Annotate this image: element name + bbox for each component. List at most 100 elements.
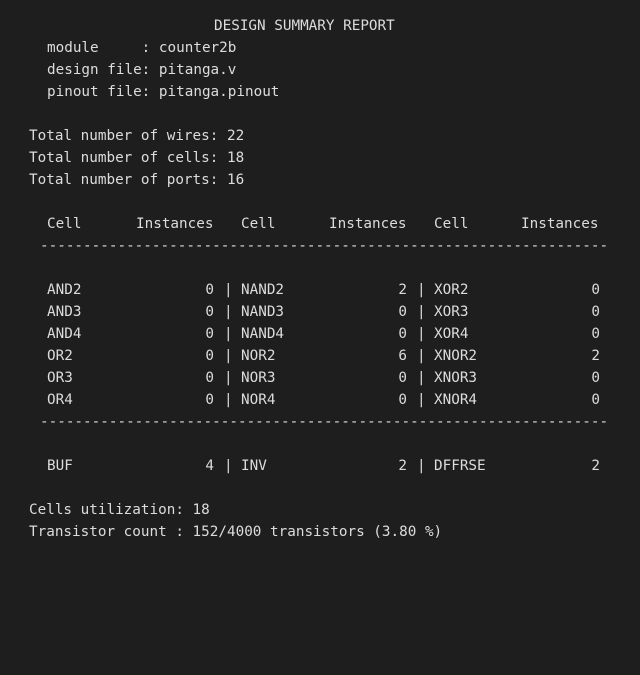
ports-line: Total number of ports: 16: [0, 169, 640, 191]
wires-label: Total number of wires:: [29, 128, 227, 144]
column-separator: |: [417, 392, 426, 408]
cell-name: AND3: [47, 304, 82, 320]
report-title-line: DESIGN SUMMARY REPORT: [0, 15, 640, 37]
design-file-label: design file:: [47, 62, 159, 78]
cell-name: NAND3: [241, 304, 285, 320]
table-row: AND2 0 | NAND2 2 | XOR2 0: [0, 279, 640, 301]
wires-line: Total number of wires: 22: [0, 125, 640, 147]
cell-instances: 0: [591, 392, 600, 408]
cell-instances: 0: [591, 304, 600, 320]
cell-instances: 0: [591, 370, 600, 386]
cell-name: XNOR3: [434, 370, 478, 386]
ports-value: 16: [226, 172, 245, 188]
wires-value: 22: [226, 128, 245, 144]
column-separator: |: [417, 304, 426, 320]
cell-instances: 6: [398, 348, 407, 364]
cell-instances: 0: [398, 326, 407, 342]
cell-name: XOR3: [434, 304, 469, 320]
cell-instances: 0: [205, 392, 214, 408]
cell-name: OR2: [47, 348, 73, 364]
transistor-line: Transistor count : 152/4000 transistors …: [0, 521, 640, 543]
ports-label: Total number of ports:: [29, 172, 227, 188]
cell-name: XOR4: [434, 326, 469, 342]
cell-instances: 0: [205, 348, 214, 364]
cell-name: NOR3: [241, 370, 276, 386]
pinout-file-label: pinout file:: [47, 84, 159, 100]
divider-dashes: ----------------------------------------…: [40, 414, 610, 430]
cell-instances: 0: [398, 392, 407, 408]
header-cell-2: Cell: [241, 216, 276, 232]
cells-value: 18: [226, 150, 245, 166]
cell-name: XOR2: [434, 282, 469, 298]
cell-name: OR3: [47, 370, 73, 386]
cells-label: Total number of cells:: [29, 150, 227, 166]
divider-dashes: ----------------------------------------…: [40, 238, 610, 254]
cell-name: OR4: [47, 392, 73, 408]
header-cell-1: Cell: [47, 216, 82, 232]
module-label: module :: [47, 40, 159, 56]
cell-instances: 0: [205, 370, 214, 386]
cell-name: XNOR4: [434, 392, 478, 408]
column-separator: |: [417, 282, 426, 298]
cell-instances: 0: [591, 326, 600, 342]
design-file-line: design file: pitanga.v: [0, 59, 640, 81]
pinout-file-value: pitanga.pinout: [158, 84, 280, 100]
cell-instances: 0: [205, 326, 214, 342]
header-instances-2: Instances: [329, 216, 407, 232]
cell-instances: 2: [591, 458, 600, 474]
cell-instances: 2: [398, 458, 407, 474]
table-row: OR3 0 | NOR3 0 | XNOR3 0: [0, 367, 640, 389]
cell-instances: 2: [398, 282, 407, 298]
cell-instances: 0: [205, 304, 214, 320]
header-instances-1: Instances: [136, 216, 214, 232]
column-separator: |: [417, 458, 426, 474]
report-title: DESIGN SUMMARY REPORT: [214, 18, 395, 34]
table-row: OR4 0 | NOR4 0 | XNOR4 0: [0, 389, 640, 411]
cell-name: BUF: [47, 458, 73, 474]
cell-instances: 0: [398, 304, 407, 320]
cell-name: DFFRSE: [434, 458, 486, 474]
table-row: OR2 0 | NOR2 6 | XNOR2 2: [0, 345, 640, 367]
table-row: AND3 0 | NAND3 0 | XOR3 0: [0, 301, 640, 323]
table-row: AND4 0 | NAND4 0 | XOR4 0: [0, 323, 640, 345]
header-instances-3: Instances: [521, 216, 599, 232]
column-separator: |: [224, 370, 233, 386]
utilization-value: 18: [192, 502, 210, 518]
cell-instances: 2: [591, 348, 600, 364]
cell-instances: 0: [591, 282, 600, 298]
table-divider: ----------------------------------------…: [0, 411, 640, 433]
transistor-label: Transistor count :: [29, 524, 193, 540]
cell-name: XNOR2: [434, 348, 478, 364]
pinout-file-line: pinout file: pitanga.pinout: [0, 81, 640, 103]
cell-name: NOR4: [241, 392, 276, 408]
cell-name: AND4: [47, 326, 82, 342]
utilization-line: Cells utilization: 18: [0, 499, 640, 521]
cell-instances: 0: [398, 370, 407, 386]
header-cell-3: Cell: [434, 216, 469, 232]
terminal-output: DESIGN SUMMARY REPORT module : counter2b…: [0, 15, 640, 543]
design-file-value: pitanga.v: [158, 62, 237, 78]
column-separator: |: [417, 326, 426, 342]
column-separator: |: [224, 458, 233, 474]
column-separator: |: [224, 392, 233, 408]
cell-instances: 0: [205, 282, 214, 298]
cell-name: NAND2: [241, 282, 285, 298]
cell-name: NOR2: [241, 348, 276, 364]
table-row-bottom: BUF 4 | INV 2 | DFFRSE 2: [0, 455, 640, 477]
column-separator: |: [224, 282, 233, 298]
utilization-label: Cells utilization:: [29, 502, 193, 518]
cell-instances: 4: [205, 458, 214, 474]
cell-name: INV: [241, 458, 267, 474]
column-separator: |: [224, 326, 233, 342]
cells-line: Total number of cells: 18: [0, 147, 640, 169]
column-separator: |: [224, 304, 233, 320]
column-separator: |: [417, 370, 426, 386]
table-header: Cell Instances Cell Instances Cell Insta…: [0, 213, 640, 235]
table-divider: ----------------------------------------…: [0, 235, 640, 257]
cell-name: NAND4: [241, 326, 285, 342]
